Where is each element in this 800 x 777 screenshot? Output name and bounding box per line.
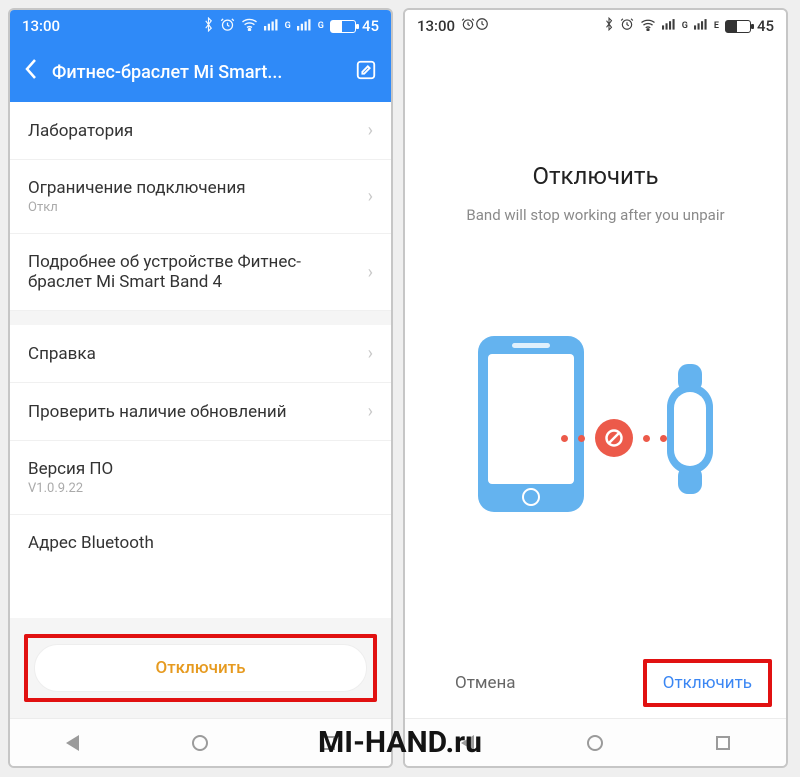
unpair-subtitle: Band will stop working after you unpair xyxy=(466,206,724,224)
row-label: Подробнее об устройстве Фитнес-браслет M… xyxy=(28,252,328,292)
confirm-disconnect-button[interactable]: Отключить xyxy=(663,673,752,693)
chevron-right-icon: › xyxy=(368,120,373,141)
disconnect-slash-icon xyxy=(595,419,633,457)
signal-icon-2 xyxy=(694,18,708,34)
cancel-button[interactable]: Отмена xyxy=(455,673,516,693)
network-type-label: G xyxy=(285,21,291,31)
unpair-actions: Отмена Отключить xyxy=(405,648,786,718)
alarm-icon xyxy=(461,17,475,35)
row-label: Проверить наличие обновлений xyxy=(28,402,287,422)
row-label: Справка xyxy=(28,344,96,364)
section-divider xyxy=(10,311,391,325)
disconnect-button-label: Отключить xyxy=(156,658,246,678)
nav-home-icon[interactable] xyxy=(192,735,208,751)
phone-right: 13:00 G E 45 xyxy=(403,8,788,768)
footer-disconnect-area: Отключить xyxy=(10,618,391,718)
row-label: Версия ПО xyxy=(28,459,113,479)
row-connection-limit[interactable]: Ограничение подключения Откл › xyxy=(10,160,391,234)
app-header: Фитнес-браслет Mi Smart... xyxy=(10,42,391,102)
status-bar: 13:00 G E 45 xyxy=(405,10,786,42)
wifi-icon xyxy=(640,18,656,35)
band-illustration-icon xyxy=(664,364,716,494)
row-bluetooth-address: Адрес Bluetooth xyxy=(10,515,391,559)
unpair-illustration xyxy=(446,334,746,524)
chevron-right-icon: › xyxy=(368,401,373,422)
edit-icon[interactable] xyxy=(355,59,377,85)
back-icon[interactable] xyxy=(24,58,38,86)
disconnect-button[interactable]: Отключить xyxy=(34,644,367,692)
unpair-dialog-body: Отключить Band will stop working after y… xyxy=(405,42,786,648)
clock-icon xyxy=(475,17,489,35)
page-title: Фитнес-браслет Mi Smart... xyxy=(52,62,341,83)
settings-list: Лаборатория › Ограничение подключения От… xyxy=(10,102,391,618)
nav-back-icon[interactable] xyxy=(461,735,474,751)
row-about-device[interactable]: Подробнее об устройстве Фитнес-браслет M… xyxy=(10,234,391,311)
signal-icon xyxy=(662,18,676,34)
phone-left: 13:00 G G 45 Фитнес-бр xyxy=(8,8,393,768)
alarm-icon-2 xyxy=(620,17,634,35)
disconnect-dots xyxy=(561,419,667,457)
battery-icon xyxy=(330,20,356,33)
bluetooth-icon xyxy=(604,17,614,35)
row-label: Адрес Bluetooth xyxy=(28,533,154,553)
nav-recent-icon[interactable] xyxy=(716,736,730,750)
status-time: 13:00 xyxy=(22,17,60,35)
status-time: 13:00 xyxy=(417,17,455,35)
row-help[interactable]: Справка › xyxy=(10,325,391,383)
battery-percent: 45 xyxy=(757,17,774,35)
nav-recent-icon[interactable] xyxy=(321,736,335,750)
android-navbar xyxy=(10,718,391,766)
bluetooth-icon xyxy=(203,17,214,36)
battery-icon xyxy=(725,20,751,33)
network-type-label-2: E xyxy=(714,21,719,31)
status-bar: 13:00 G G 45 xyxy=(10,10,391,42)
row-laboratory[interactable]: Лаборатория › xyxy=(10,102,391,160)
wifi-icon xyxy=(241,17,258,35)
nav-back-icon[interactable] xyxy=(66,735,79,751)
row-subtitle: Откл xyxy=(28,200,246,215)
row-label: Лаборатория xyxy=(28,121,133,141)
row-label: Ограничение подключения xyxy=(28,178,246,198)
highlight-box: Отключить xyxy=(24,634,377,702)
chevron-right-icon: › xyxy=(368,262,373,283)
highlight-box: Отключить xyxy=(643,659,772,707)
network-type-label: G xyxy=(682,21,688,31)
android-navbar xyxy=(405,718,786,766)
chevron-right-icon: › xyxy=(368,186,373,207)
network-type-label-2: G xyxy=(318,21,324,31)
chevron-right-icon: › xyxy=(368,343,373,364)
signal-icon-2 xyxy=(297,18,312,35)
row-firmware-version: Версия ПО V1.0.9.22 xyxy=(10,441,391,515)
signal-icon xyxy=(264,18,279,35)
row-check-updates[interactable]: Проверить наличие обновлений › xyxy=(10,383,391,441)
alarm-icon xyxy=(220,17,235,36)
row-subtitle: V1.0.9.22 xyxy=(28,481,113,496)
unpair-title: Отключить xyxy=(533,162,659,190)
nav-home-icon[interactable] xyxy=(587,735,603,751)
battery-percent: 45 xyxy=(362,17,379,35)
